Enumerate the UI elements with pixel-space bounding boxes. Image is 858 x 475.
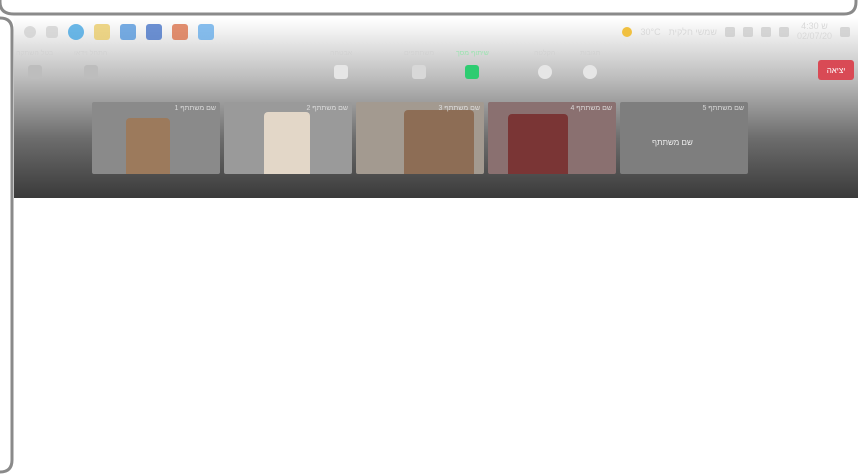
participants-icon — [412, 65, 427, 79]
volume-icon[interactable] — [760, 27, 771, 37]
system-tray: 30°C שמשי חלקית ש 4:30 02/07/20 — [622, 18, 858, 46]
participants-label: משתתפים — [404, 50, 435, 57]
share-screen-label: שיתוף מסך — [456, 50, 489, 57]
start-video-button[interactable]: התחל וידאו — [74, 50, 107, 79]
clock[interactable]: ש 4:30 02/07/20 — [796, 21, 832, 42]
participants-button[interactable]: משתתפים — [404, 50, 434, 79]
weather-icon — [622, 27, 633, 37]
unmute-label: בטל השתקה — [16, 50, 54, 57]
shield-icon — [334, 65, 349, 79]
record-icon — [537, 65, 552, 79]
participant-video — [126, 118, 170, 174]
participant-name: שם משתתף 5 — [702, 105, 744, 112]
reactions-button[interactable]: תגובות — [580, 50, 600, 79]
windows-taskbar: 30°C שמשי חלקית ש 4:30 02/07/20 — [14, 18, 858, 46]
start-video-label: התחל וידאו — [74, 50, 108, 57]
search-icon[interactable] — [24, 26, 36, 38]
video-tile[interactable]: שם משתתף 5 שם משתתף — [620, 102, 748, 174]
video-camera-icon — [83, 65, 98, 79]
leave-button[interactable]: יציאה — [818, 60, 854, 80]
reactions-label: תגובות — [580, 50, 601, 57]
share-screen-icon — [465, 65, 480, 79]
participant-video — [264, 112, 310, 174]
notification-icon[interactable] — [840, 27, 850, 37]
mail-icon[interactable] — [120, 24, 136, 40]
window-top-border — [0, 0, 858, 16]
video-gallery: שם משתתף 1 שם משתתף 2 שם משתתף 3 שם משתת… — [14, 102, 858, 182]
smiley-icon — [583, 65, 598, 79]
chevron-up-icon[interactable] — [724, 27, 735, 37]
meeting-screenshot: שם משתתף 1 שם משתתף 2 שם משתתף 3 שם משתת… — [14, 18, 858, 198]
video-tile[interactable]: שם משתתף 1 — [92, 102, 220, 174]
word-icon[interactable] — [146, 24, 162, 40]
video-tile[interactable]: שם משתתף 3 — [356, 102, 484, 174]
unmute-button[interactable]: בטל השתקה — [16, 50, 53, 79]
video-tile[interactable]: שם משתתף 4 — [488, 102, 616, 174]
participant-name: שם משתתף 1 — [174, 105, 216, 112]
clock-date: 02/07/20 — [796, 31, 832, 41]
photos-icon[interactable] — [172, 24, 188, 40]
security-label: אבטחה — [330, 50, 353, 57]
record-button[interactable]: הקלטה — [534, 50, 555, 79]
network-icon[interactable] — [742, 27, 753, 37]
weather-text: שמשי חלקית — [668, 27, 717, 37]
file-explorer-icon[interactable] — [94, 24, 110, 40]
security-button[interactable]: אבטחה — [330, 50, 352, 79]
task-view-icon[interactable] — [46, 26, 58, 38]
participant-name: שם משתתף 3 — [438, 105, 480, 112]
participant-video — [404, 110, 474, 174]
participant-name: שם משתתף 4 — [570, 105, 612, 112]
active-speaker-name: שם משתתף — [652, 138, 693, 147]
participant-video — [508, 114, 568, 174]
microphone-icon — [27, 65, 42, 79]
zoom-icon[interactable] — [198, 24, 214, 40]
weather-temperature: 30°C — [640, 27, 661, 37]
leave-label: יציאה — [826, 65, 846, 75]
record-label: הקלטה — [534, 50, 556, 57]
video-tile[interactable]: שם משתתף 2 — [224, 102, 352, 174]
battery-icon[interactable] — [778, 27, 789, 37]
meeting-toolbar: בטל השתקה התחל וידאו אבטחה משתתפים שיתוף… — [14, 50, 858, 102]
participant-name: שם משתתף 2 — [306, 105, 348, 112]
edge-icon[interactable] — [68, 24, 84, 40]
share-screen-button[interactable]: שיתוף מסך — [456, 50, 489, 79]
